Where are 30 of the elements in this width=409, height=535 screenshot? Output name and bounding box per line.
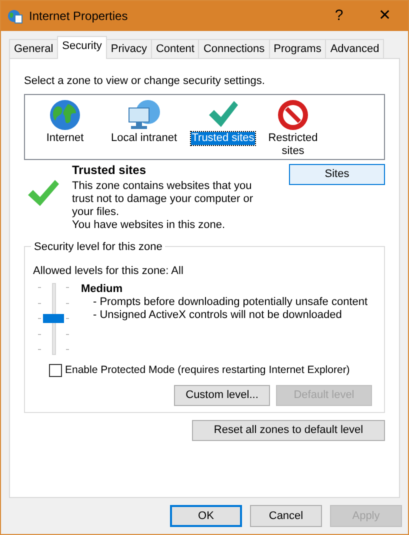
app-icon bbox=[7, 8, 23, 24]
tab[interactable]: Security bbox=[57, 36, 107, 59]
checkbox[interactable] bbox=[49, 364, 62, 378]
level-name: Medium bbox=[81, 283, 124, 296]
zone-note: You have websites in this zone. bbox=[72, 218, 226, 232]
allowed-levels-text: Allowed levels for this zone: All bbox=[33, 264, 184, 278]
tab[interactable]: General bbox=[9, 39, 58, 59]
zone-item[interactable]: Trusted sites bbox=[190, 132, 256, 144]
slider-thumb[interactable] bbox=[43, 314, 64, 323]
zone-item[interactable]: Restricted sites bbox=[265, 132, 321, 158]
custom-level-button[interactable]: Custom level... bbox=[174, 384, 270, 406]
level-description: - Prompts before downloading potentially unsafe content bbox=[92, 296, 369, 309]
tab[interactable]: Advanced bbox=[325, 39, 384, 59]
close-button[interactable]: ✕ bbox=[362, 4, 408, 28]
ok-button[interactable]: OK bbox=[170, 505, 242, 527]
checkmark-icon bbox=[26, 178, 60, 208]
zone-item[interactable]: Local intranet bbox=[110, 132, 178, 144]
cancel-button[interactable]: Cancel bbox=[250, 505, 322, 527]
zone-item[interactable]: Internet bbox=[45, 132, 85, 144]
level-description: - Unsigned ActiveX controls will not be downloaded bbox=[92, 309, 343, 322]
help-button[interactable]: ? bbox=[316, 4, 362, 28]
zone-title: Trusted sites bbox=[72, 164, 148, 176]
sites-button[interactable]: Sites bbox=[289, 164, 385, 184]
instruction-text: Select a zone to view or change security settings. bbox=[24, 74, 266, 89]
zone-description: This zone contains websites that you trust not to damage your computer or your files. bbox=[72, 180, 254, 218]
globe-icon bbox=[47, 98, 83, 132]
no-entry-icon bbox=[275, 98, 311, 132]
checkbox-label: Enable Protected Mode (requires restarting Internet Explorer) bbox=[65, 363, 350, 378]
reset-zones-button[interactable]: Reset all zones to default level bbox=[192, 420, 385, 441]
window-title: Internet Properties bbox=[29, 8, 129, 25]
